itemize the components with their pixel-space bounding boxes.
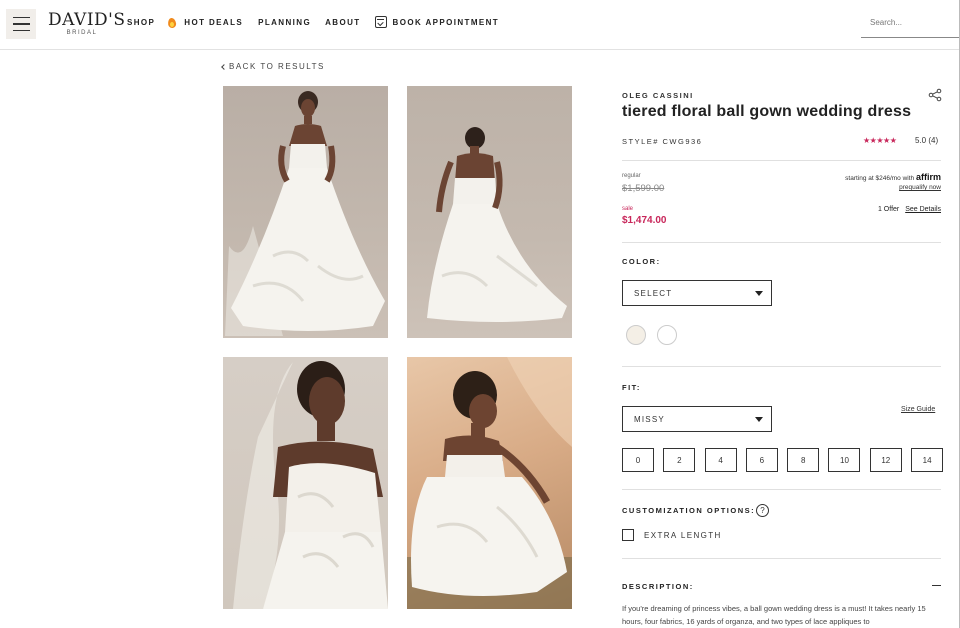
fit-select[interactable]: MISSY <box>622 406 772 432</box>
fit-select-value: MISSY <box>634 415 665 424</box>
affirm-financing: starting at $246/mo with affirm <box>845 172 941 182</box>
caret-down-icon <box>755 291 763 296</box>
offer-count: 1 Offer <box>877 206 900 213</box>
nav-about[interactable]: ABOUT <box>325 16 360 28</box>
main-nav: SHOP HOT DEALS PLANNING ABOUT BOOK APPOI… <box>127 16 499 28</box>
color-swatch-white[interactable] <box>657 325 677 345</box>
fire-icon <box>168 17 176 28</box>
size-options: 0 2 4 6 8 10 12 14 <box>622 448 944 472</box>
share-icon[interactable] <box>928 88 942 102</box>
size-option[interactable]: 8 <box>787 448 820 472</box>
nav-hot-deals-label: HOT DEALS <box>184 17 244 27</box>
affirm-text: starting at $246/mo with <box>845 175 915 182</box>
site-header: DAVID'S BRIDAL SHOP HOT DEALS PLANNING A… <box>0 0 960 50</box>
calendar-check-icon <box>374 16 387 28</box>
bride-seated-illustration <box>407 357 572 609</box>
nav-shop[interactable]: SHOP <box>127 16 155 28</box>
logo-text: DAVID'S <box>48 10 126 30</box>
search-input[interactable]: Search... <box>861 12 960 38</box>
size-option[interactable]: 4 <box>704 448 737 472</box>
product-style-number: STYLE# CWG936 <box>622 137 703 146</box>
divider <box>622 160 941 161</box>
size-guide-link[interactable]: Size Guide <box>901 406 935 413</box>
extra-length-checkbox[interactable] <box>622 529 634 541</box>
size-option[interactable]: 10 <box>828 448 861 472</box>
color-label: COLOR: <box>622 257 661 266</box>
affirm-logo: affirm <box>915 172 941 182</box>
description-label[interactable]: DESCRIPTION: <box>622 582 694 591</box>
regular-price-label: regular <box>622 173 641 179</box>
nav-planning[interactable]: PLANNING <box>258 16 311 28</box>
chevron-left-icon <box>221 63 227 70</box>
sale-price: $1,474.00 <box>622 215 667 226</box>
product-image-closeup[interactable] <box>223 357 388 609</box>
size-option[interactable]: 14 <box>911 448 944 472</box>
rating-value[interactable]: 5.0 (4) <box>915 136 938 145</box>
product-image-front[interactable] <box>223 86 388 338</box>
product-image-back[interactable] <box>407 86 572 338</box>
divider <box>622 366 941 367</box>
divider <box>622 242 941 243</box>
divider <box>622 558 941 559</box>
size-option[interactable]: 12 <box>869 448 902 472</box>
back-to-results-label: BACK TO RESULTS <box>229 62 325 71</box>
size-option[interactable]: 6 <box>745 448 778 472</box>
nav-hot-deals[interactable]: HOT DEALS <box>168 16 243 28</box>
bride-closeup-illustration <box>233 361 388 609</box>
caret-down-icon <box>755 417 763 422</box>
divider <box>622 489 941 490</box>
logo-subtext: BRIDAL <box>66 30 98 36</box>
help-icon[interactable]: ? <box>756 504 769 517</box>
rating-stars[interactable]: ★★★★★ <box>863 136 897 145</box>
back-to-results-link[interactable]: BACK TO RESULTS <box>221 62 325 71</box>
see-details-link[interactable]: See Details <box>905 206 941 213</box>
product-title: tiered floral ball gown wedding dress <box>622 103 912 120</box>
hamburger-menu-icon[interactable] <box>6 9 36 39</box>
nav-book-appointment[interactable]: BOOK APPOINTMENT <box>374 16 500 28</box>
nav-book-label: BOOK APPOINTMENT <box>392 17 500 27</box>
color-swatch-ivory[interactable] <box>626 325 646 345</box>
product-image-lifestyle[interactable] <box>407 357 572 609</box>
size-option[interactable]: 2 <box>663 448 696 472</box>
offer-info: 1 Offer See Details <box>878 206 941 213</box>
color-select-value: SELECT <box>634 289 673 298</box>
regular-price: $1,599.00 <box>622 183 665 194</box>
extra-length-label[interactable]: EXTRA LENGTH <box>644 531 722 540</box>
color-select[interactable]: SELECT <box>622 280 772 306</box>
sale-price-label: sale <box>622 206 634 212</box>
prequalify-link[interactable]: prequalify now <box>899 184 941 191</box>
fit-label: FIT: <box>622 383 641 392</box>
customization-label: CUSTOMIZATION OPTIONS: <box>622 506 756 515</box>
description-text: If you're dreaming of princess vibes, a … <box>622 604 926 626</box>
bride-back-illustration <box>427 127 567 322</box>
collapse-minus-icon[interactable] <box>932 585 941 587</box>
bride-front-illustration <box>225 91 385 336</box>
size-option[interactable]: 0 <box>622 448 654 472</box>
site-logo[interactable]: DAVID'S BRIDAL <box>48 10 126 37</box>
product-brand[interactable]: OLEG CASSINI <box>622 91 694 100</box>
